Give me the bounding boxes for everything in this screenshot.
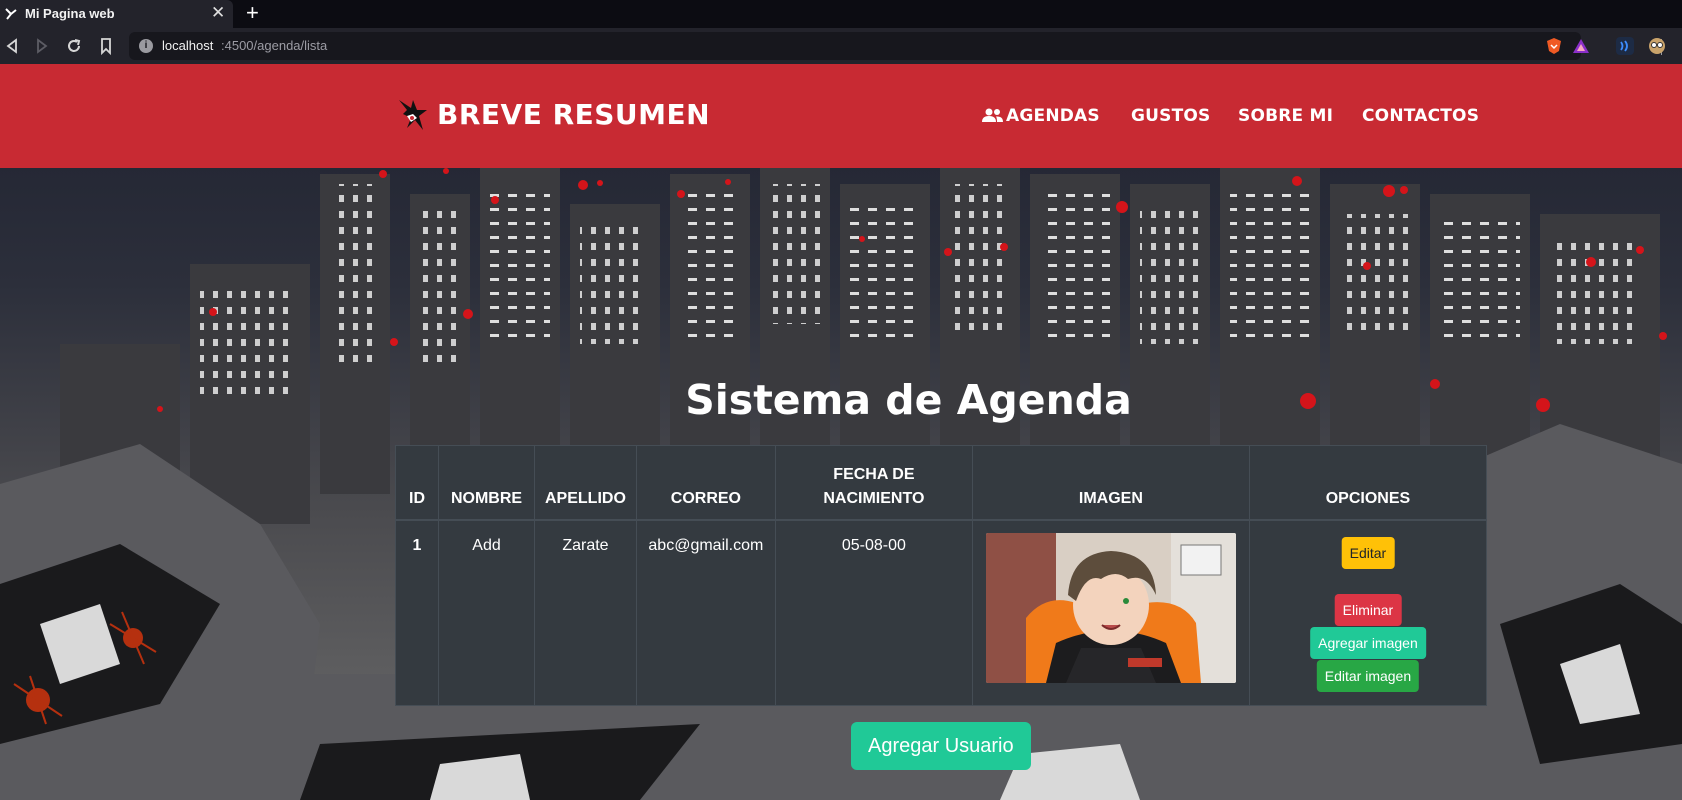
- column-header-opciones: OPCIONES: [1248, 445, 1488, 521]
- brand-mask-icon[interactable]: [393, 96, 431, 134]
- extension-wave-icon[interactable]: [1616, 37, 1634, 55]
- nav-link-agendas[interactable]: AGENDAS: [1006, 106, 1100, 126]
- navbar: BREVE RESUMEN AGENDAS GUSTOS SOBRE MI CO…: [0, 64, 1682, 168]
- browser-tabbar: Mi Pagina web ✕ +: [0, 0, 1682, 28]
- nav-link-gustos[interactable]: GUSTOS: [1131, 106, 1211, 126]
- users-icon: [982, 108, 1003, 122]
- edit-button[interactable]: Editar: [1341, 536, 1395, 569]
- reload-icon[interactable]: [64, 36, 84, 56]
- agenda-table: ID NOMBRE APELLIDO CORREO FECHA DE NACIM…: [395, 445, 1488, 706]
- user-photo: [985, 532, 1236, 683]
- url-bar[interactable]: i localhost :4500/agenda/lista: [129, 32, 1662, 60]
- web-page: BREVE RESUMEN AGENDAS GUSTOS SOBRE MI CO…: [0, 64, 1682, 800]
- page-title: Sistema de Agenda: [685, 376, 1132, 424]
- favicon-icon: [5, 8, 17, 20]
- cell-fecha: 05-08-00: [774, 519, 973, 706]
- brand-title[interactable]: BREVE RESUMEN: [437, 98, 710, 131]
- back-icon[interactable]: [2, 36, 22, 56]
- options-group: Editar Eliminar Agregar imagen Editar im…: [1260, 536, 1476, 697]
- edit-image-button[interactable]: Editar imagen: [1316, 659, 1420, 692]
- column-header-imagen: IMAGEN: [971, 445, 1250, 521]
- url-host: localhost: [162, 38, 214, 53]
- browser-tab[interactable]: Mi Pagina web ✕: [0, 0, 233, 28]
- info-icon[interactable]: i: [139, 39, 153, 53]
- brave-shield-icon[interactable]: [1545, 37, 1563, 55]
- brave-rewards-icon[interactable]: [1572, 37, 1590, 55]
- delete-button[interactable]: Eliminar: [1334, 593, 1402, 626]
- nav-link-sobre-mi[interactable]: SOBRE MI: [1238, 106, 1333, 126]
- new-tab-button[interactable]: +: [246, 0, 259, 26]
- bookmark-icon[interactable]: [96, 36, 116, 56]
- table-header-row: ID NOMBRE APELLIDO CORREO FECHA DE NACIM…: [395, 445, 1488, 521]
- url-path: :4500/agenda/lista: [221, 38, 328, 53]
- table-row: 1 Add Zarate abc@gmail.com 05-08-00 Edit…: [395, 519, 1488, 706]
- add-user-button[interactable]: Agregar Usuario: [851, 722, 1031, 770]
- cell-opciones: Editar Eliminar Agregar imagen Editar im…: [1248, 519, 1488, 706]
- add-image-button[interactable]: Agregar imagen: [1310, 626, 1426, 659]
- cell-imagen: [971, 519, 1250, 706]
- cell-apellido: Zarate: [534, 519, 637, 706]
- profile-avatar-icon[interactable]: [1648, 37, 1666, 55]
- column-header-nombre: NOMBRE: [438, 445, 535, 521]
- tab-title: Mi Pagina web: [25, 6, 115, 21]
- cell-correo: abc@gmail.com: [635, 519, 776, 706]
- column-header-correo: CORREO: [635, 445, 776, 521]
- close-tab-icon[interactable]: ✕: [211, 3, 225, 23]
- column-header-fecha: FECHA DE NACIMIENTO: [774, 445, 973, 521]
- cell-id: 1: [395, 519, 439, 706]
- browser-toolbar: i localhost :4500/agenda/lista: [0, 28, 1682, 64]
- column-header-apellido: APELLIDO: [534, 445, 637, 521]
- column-header-id: ID: [395, 445, 439, 521]
- nav-link-contactos[interactable]: CONTACTOS: [1362, 106, 1479, 126]
- cell-nombre: Add: [438, 519, 535, 706]
- forward-icon[interactable]: [32, 36, 52, 56]
